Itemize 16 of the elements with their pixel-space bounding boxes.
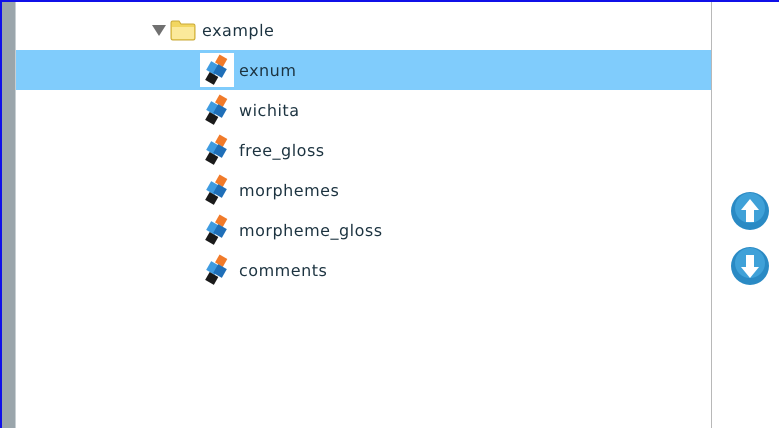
- tree-item[interactable]: wichita: [16, 90, 711, 130]
- tree-item[interactable]: free_gloss: [16, 130, 711, 170]
- tree-item[interactable]: exnum: [16, 50, 711, 90]
- move-down-button[interactable]: [728, 246, 770, 288]
- blocks-icon: [204, 214, 230, 246]
- blocks-icon: [204, 94, 230, 126]
- blocks-icon: [204, 254, 230, 286]
- blocks-icon: [204, 54, 230, 86]
- move-up-button[interactable]: [728, 191, 770, 233]
- folder-label[interactable]: example: [202, 20, 274, 40]
- blocks-icon: [204, 174, 230, 206]
- folder-icon: [169, 18, 197, 42]
- tree-item[interactable]: comments: [16, 250, 711, 290]
- blocks-icon: [204, 134, 230, 166]
- tree-item[interactable]: morphemes: [16, 170, 711, 210]
- tree-item[interactable]: morpheme_gloss: [16, 210, 711, 250]
